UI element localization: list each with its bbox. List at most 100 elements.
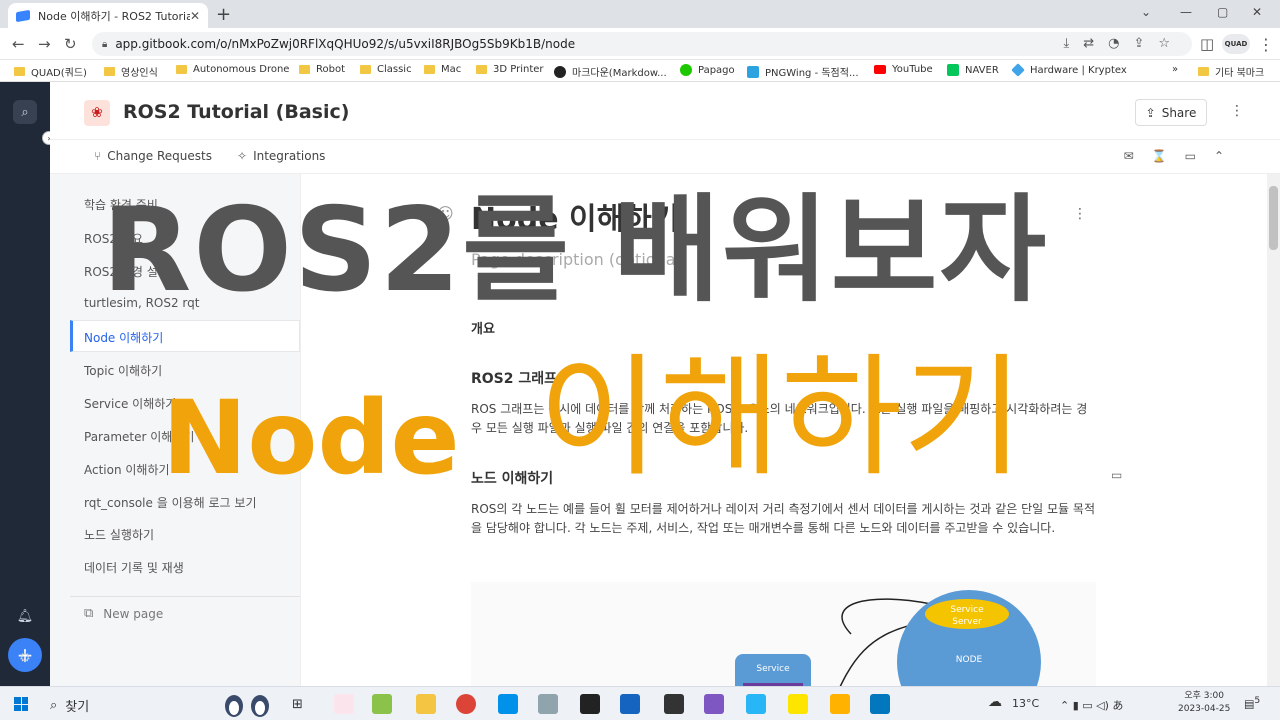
folder-icon: [14, 67, 25, 76]
close-tab-icon[interactable]: ✕: [190, 9, 200, 23]
forward-button[interactable]: →: [38, 35, 51, 53]
overlay-title-node: Node: [162, 379, 460, 498]
tab-title: Node 이해하기 - ROS2 Tutorial: [38, 9, 190, 23]
stack-app-icon[interactable]: [704, 694, 724, 714]
close-window-button[interactable]: ✕: [1252, 5, 1262, 19]
mp-app-icon[interactable]: [580, 694, 600, 714]
windows-start-icon[interactable]: [14, 697, 28, 711]
sidebar-item[interactable]: 노드 실행하기: [84, 526, 154, 543]
overlay-title-understanding: 이해하기: [538, 341, 1024, 495]
new-page-button[interactable]: ⧉ New page: [84, 606, 163, 621]
page-options-icon[interactable]: ⋮: [1073, 206, 1087, 222]
back-button[interactable]: ←: [12, 35, 25, 53]
address-bar: ← → ↻ 🔒︎ app.gitbook.com/o/nMxPoZwj0RFlX…: [0, 28, 1280, 60]
bookmarks-overflow-button[interactable]: »: [1172, 64, 1178, 75]
snip-tool-icon[interactable]: [334, 694, 354, 714]
maximize-button[interactable]: ▢: [1217, 5, 1228, 19]
bookmark-item[interactable]: Classic: [360, 64, 412, 75]
search-icon[interactable]: ⌕: [13, 100, 37, 124]
chrome-icon[interactable]: [456, 694, 476, 714]
windows-taskbar: ⌕ 찾기 ⊞ ☁ 13°C ⌃ ▮ ▭ ◁) あ 오후 3:00 2023-04-2…: [0, 686, 1280, 720]
new-tab-button[interactable]: +: [216, 4, 231, 25]
subbar-action-icons[interactable]: ✉⌛▭⌃: [1124, 149, 1242, 163]
space-header: ❀ ROS2 Tutorial (Basic) ⇪ Share ⋮: [50, 82, 1280, 140]
browser-tab-bar: Node 이해하기 - ROS2 Tutorial ✕ + ⌄ — ▢ ✕: [0, 0, 1280, 28]
bookmark-item[interactable]: QUAD(쿼드): [14, 64, 87, 79]
comment-icon[interactable]: ▭: [1111, 468, 1122, 482]
bookmark-item[interactable]: YouTube: [874, 64, 933, 75]
sidepanel-icon[interactable]: ◫: [1200, 35, 1214, 53]
space-logo-icon: ❀: [84, 100, 110, 126]
gitbook-favicon-icon: [16, 9, 30, 22]
network-app-icon[interactable]: [538, 694, 558, 714]
bookmark-item[interactable]: Hardware | Kryptex: [1011, 63, 1127, 77]
sidebar-item[interactable]: Topic 이해하기: [84, 362, 162, 379]
minimize-button[interactable]: —: [1180, 5, 1192, 19]
pencil-app-icon[interactable]: [830, 694, 850, 714]
bookmark-item[interactable]: 영상인식: [104, 64, 158, 79]
app-icon[interactable]: [746, 694, 766, 714]
share-icon: ⇪: [1145, 105, 1156, 120]
folder-icon: [424, 65, 435, 74]
bell-icon[interactable]: 🔔︎: [13, 604, 37, 628]
task-view-icon[interactable]: ⊞: [292, 697, 303, 712]
service-server-label-line1: Service: [950, 605, 984, 615]
clock[interactable]: 오후 3:00 2023-04-25: [1178, 690, 1230, 716]
github-icon: [554, 65, 566, 78]
bookmark-item[interactable]: 3D Printer: [476, 64, 544, 75]
kakaotalk-icon[interactable]: [788, 694, 808, 714]
folder-icon: [1198, 67, 1209, 76]
tray-icons[interactable]: ⌃ ▮ ▭ ◁) あ: [1060, 697, 1123, 713]
bookmark-item[interactable]: Papago: [680, 64, 735, 76]
bookmark-item[interactable]: Autonomous Drone: [176, 64, 289, 75]
search-icon: ⌕: [50, 698, 58, 713]
browser-menu-icon[interactable]: ⋮: [1258, 35, 1274, 54]
sidebar-item[interactable]: 데이터 기록 및 재생: [84, 559, 184, 576]
sidebar-item[interactable]: Action 이해하기: [84, 461, 170, 478]
papago-icon: [680, 64, 692, 76]
weather-temp[interactable]: 13°C: [1012, 697, 1039, 710]
bookmark-item[interactable]: NAVER: [947, 64, 999, 76]
pngwing-icon: [747, 65, 759, 78]
service-label: Service: [756, 664, 790, 674]
virtualbox-icon[interactable]: [620, 694, 640, 714]
naver-icon: [947, 64, 959, 76]
gear-icon[interactable]: ⚙: [13, 646, 37, 670]
sidebar-item-active[interactable]: Node 이해하기: [84, 329, 163, 346]
vscode-icon[interactable]: [498, 694, 518, 714]
git-app-icon[interactable]: [664, 694, 684, 714]
share-button[interactable]: ⇪ Share: [1135, 99, 1207, 126]
bookmark-item[interactable]: Robot: [299, 64, 345, 75]
browser-tab[interactable]: Node 이해하기 - ROS2 Tutorial ✕: [8, 3, 208, 28]
bookmark-item[interactable]: PNGWing - 독점적...: [747, 64, 859, 79]
folder-icon: [299, 65, 310, 74]
new-page-icon: ⧉: [84, 606, 94, 621]
profile-avatar[interactable]: QUAD: [1222, 34, 1250, 54]
bookmark-item[interactable]: Mac: [424, 64, 461, 75]
window-app-icon[interactable]: [870, 694, 890, 714]
weather-icon[interactable]: ☁: [988, 694, 1002, 710]
scrollbar-thumb[interactable]: [1269, 186, 1278, 250]
node-label: NODE: [956, 655, 983, 665]
content-scrollbar[interactable]: [1267, 174, 1280, 686]
omnibox-action-icons[interactable]: ⤓⇄◔⇪☆: [1063, 36, 1184, 51]
reload-button[interactable]: ↻: [64, 35, 77, 53]
url-field[interactable]: 🔒︎ app.gitbook.com/o/nMxPoZwj0RFlXqQHUo9…: [92, 32, 1192, 56]
paint-icon[interactable]: [372, 694, 392, 714]
more-options-icon[interactable]: ⋮: [1230, 103, 1244, 119]
file-explorer-icon[interactable]: [416, 694, 436, 714]
notification-icon[interactable]: ▤5: [1244, 695, 1262, 713]
change-requests-link[interactable]: ⑂ Change Requests: [94, 149, 212, 163]
other-bookmarks[interactable]: 기타 북마크: [1198, 64, 1264, 79]
bookmark-item[interactable]: 마크다운(Markdow...: [554, 64, 667, 79]
kryptex-icon: [1011, 63, 1025, 77]
folder-icon: [104, 67, 115, 76]
paragraph-node: ROS의 각 노드는 예를 들어 휠 모터를 제어하거나 레이저 거리 측정기에…: [471, 502, 1095, 535]
diagram-svg: Service Server NODE Service: [735, 590, 1041, 686]
folder-icon: [476, 65, 487, 74]
integrations-link[interactable]: ✧ Integrations: [237, 149, 325, 163]
puzzle-icon: ✧: [237, 149, 248, 163]
chevron-down-icon[interactable]: ⌄: [1141, 5, 1151, 19]
space-title[interactable]: ROS2 Tutorial (Basic): [123, 101, 349, 123]
taskbar-search[interactable]: ⌕ 찾기: [50, 696, 89, 715]
